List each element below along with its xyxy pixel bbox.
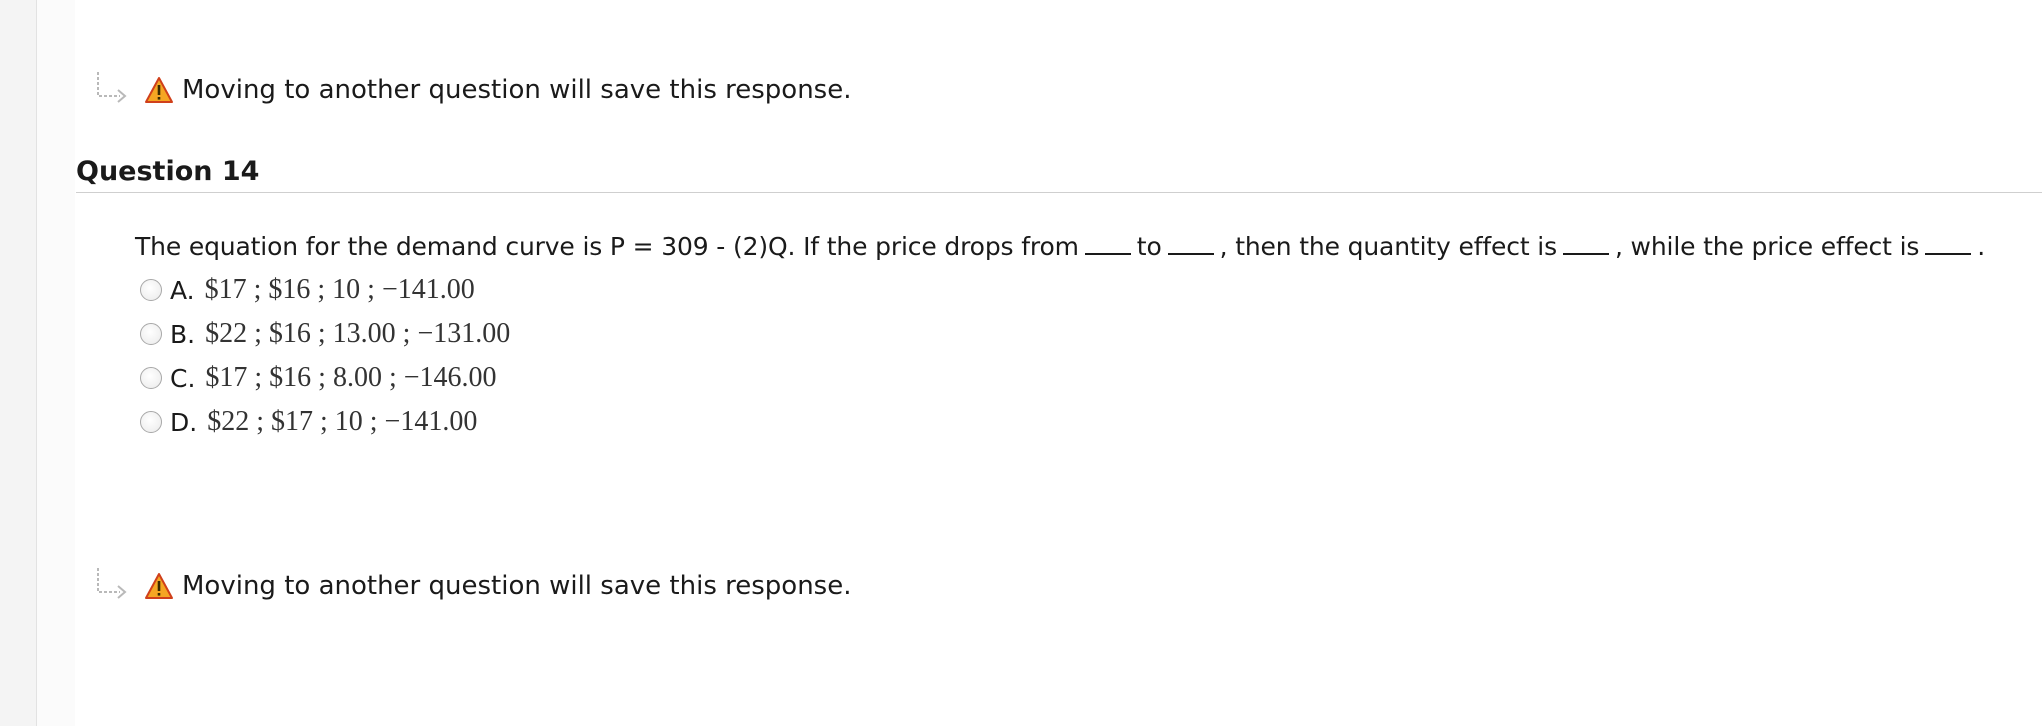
prompt-text-2: to: [1136, 232, 1162, 261]
option-value: $17 ; $16 ; 8.00 ; −146.00: [205, 362, 497, 393]
prompt-text-1: The equation for the demand curve is P =…: [135, 232, 1079, 261]
warning-icon: [145, 77, 173, 103]
option-b[interactable]: B. $22 ; $16 ; 13.00 ; −131.00: [140, 312, 510, 356]
left-band: [37, 0, 75, 726]
radio-option-a[interactable]: [140, 279, 162, 301]
option-letter: D.: [170, 407, 198, 437]
notice-text: Moving to another question will save thi…: [182, 571, 852, 601]
return-arrow-icon: [97, 72, 127, 103]
blank-4: [1925, 233, 1972, 255]
option-d[interactable]: D. $22 ; $17 ; 10 ; −141.00: [140, 400, 510, 444]
blank-3: [1562, 233, 1609, 255]
radio-option-b[interactable]: [140, 323, 162, 345]
prompt-text-5: .: [1977, 232, 1986, 261]
option-value: $22 ; $16 ; 13.00 ; −131.00: [205, 318, 511, 349]
notice-text: Moving to another question will save thi…: [182, 75, 852, 105]
option-letter: A.: [170, 275, 195, 305]
blank-1: [1084, 233, 1131, 255]
left-gutter: [0, 0, 37, 726]
option-letter: C.: [170, 363, 196, 393]
prompt-text-4: , while the price effect is: [1614, 232, 1920, 261]
warning-icon: [145, 573, 173, 599]
save-notice-bottom: Moving to another question will save thi…: [94, 566, 852, 606]
radio-option-c[interactable]: [140, 367, 162, 389]
return-arrow-icon: [97, 568, 127, 599]
option-value: $22 ; $17 ; 10 ; −141.00: [207, 406, 478, 437]
save-notice-top: Moving to another question will save thi…: [94, 70, 852, 110]
radio-option-d[interactable]: [140, 411, 162, 433]
question-prompt: The equation for the demand curve is P =…: [135, 232, 1985, 261]
blank-2: [1167, 233, 1214, 255]
answer-options: A. $17 ; $16 ; 10 ; −141.00 B. $22 ; $16…: [140, 268, 510, 444]
question-title: Question 14: [76, 156, 260, 187]
option-a[interactable]: A. $17 ; $16 ; 10 ; −141.00: [140, 268, 510, 312]
option-letter: B.: [170, 319, 196, 349]
option-value: $17 ; $16 ; 10 ; −141.00: [204, 274, 475, 305]
prompt-text-3: , then the quantity effect is: [1219, 232, 1557, 261]
title-divider: [76, 192, 2042, 193]
option-c[interactable]: C. $17 ; $16 ; 8.00 ; −146.00: [140, 356, 510, 400]
